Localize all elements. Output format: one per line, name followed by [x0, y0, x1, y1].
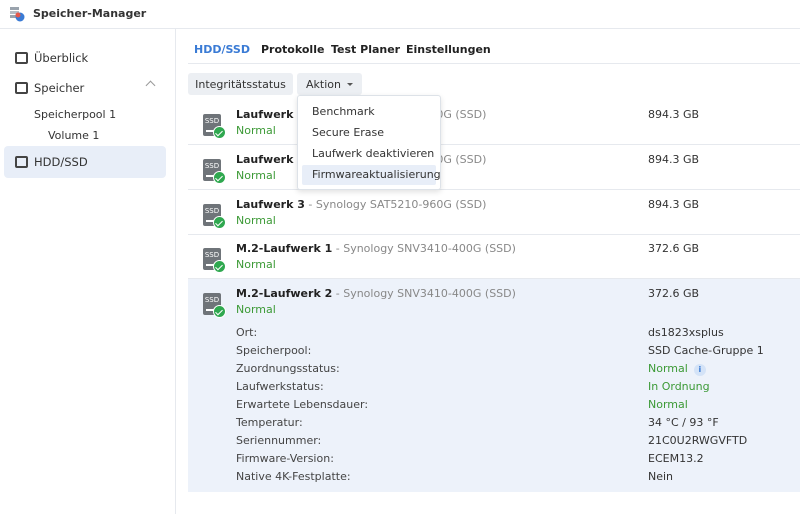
drive-row[interactable]: SSD Laufwerk 3 - Synology SAT5210-960G (…: [188, 190, 800, 235]
drive-label: Laufwerk 2: [236, 153, 305, 166]
tab-protokolle[interactable]: Protokolle: [261, 43, 324, 56]
drive-status: Normal: [236, 169, 276, 182]
chevron-up-icon[interactable]: [145, 80, 156, 91]
detail-value: 21C0U2RWGVFTD: [648, 434, 747, 447]
sidebar-item-overview[interactable]: Überblick: [4, 42, 166, 74]
drive-size: 894.3 GB: [648, 198, 700, 211]
drive-icon: [15, 156, 28, 168]
sidebar-item-hdd-ssd[interactable]: HDD/SSD: [4, 146, 166, 178]
detail-value-text: 21C0U2RWGVFTD: [648, 434, 748, 447]
detail-label: Speicherpool:: [236, 344, 312, 357]
drive-status: Normal: [236, 214, 276, 227]
detail-label: Zuordnungsstatus:: [236, 362, 340, 375]
detail-value: ds1823xsplus: [648, 326, 724, 339]
detail-value: 34 °C / 93 °F: [648, 416, 719, 429]
detail-value: Normal i: [648, 362, 706, 376]
storage-icon: [15, 82, 28, 94]
menu-item-firmware-update[interactable]: Firmwareaktualisierung: [302, 165, 441, 185]
health-status-button[interactable]: Integritätsstatus: [188, 73, 293, 95]
drive-name: Laufwerk 3 - Synology SAT5210-960G (SSD): [236, 198, 486, 211]
detail-value-text: 34 °C / 93 °F: [648, 416, 719, 429]
detail-value-text: Normal: [648, 398, 688, 411]
tab-einstellungen[interactable]: Einstellungen: [406, 43, 491, 56]
drive-label: Laufwerk 3: [236, 198, 305, 211]
detail-label: Native 4K-Festplatte:: [236, 470, 351, 483]
drive-size: 894.3 GB: [648, 108, 700, 121]
detail-label: Erwartete Lebensdauer:: [236, 398, 369, 411]
check-icon: [213, 260, 226, 273]
drive-size: 372.6 GB: [648, 242, 700, 255]
menu-item-benchmark[interactable]: Benchmark: [302, 102, 436, 122]
sidebar-item-label: Speicher: [34, 81, 85, 95]
app-header: Speicher-Manager: [0, 0, 800, 29]
check-icon: [213, 171, 226, 184]
sidebar-item-label: HDD/SSD: [34, 155, 88, 169]
drive-label: Laufwerk 1: [236, 108, 305, 121]
drive-row[interactable]: SSD M.2-Laufwerk 2 - Synology SNV3410-40…: [188, 279, 800, 492]
drive-model: - Synology SAT5210-960G (SSD): [304, 198, 487, 211]
detail-value: ECEM13.2: [648, 452, 704, 465]
info-icon[interactable]: i: [693, 364, 706, 376]
sidebar-item-label: Überblick: [34, 51, 89, 65]
caret-down-icon: [346, 82, 353, 86]
detail-value: SSD Cache-Gruppe 1: [648, 344, 764, 357]
check-icon: [213, 126, 226, 139]
tab-bar: HDD/SSD Protokolle Test Planer Einstellu…: [188, 40, 800, 64]
drive-status: Normal: [236, 258, 276, 271]
drive-row[interactable]: SSD Laufwerk 2 - Synology SAT5210-960G (…: [188, 145, 800, 190]
app-title: Speicher-Manager: [33, 7, 147, 20]
drive-row[interactable]: SSD M.2-Laufwerk 1 - Synology SNV3410-40…: [188, 234, 800, 279]
action-dropdown-button[interactable]: Aktion: [297, 73, 362, 95]
detail-value-text: In Ordnung: [648, 380, 710, 393]
storage-manager-logo-icon: [10, 7, 25, 22]
detail-value: Nein: [648, 470, 673, 483]
detail-value-text: ECEM13.2: [648, 452, 704, 465]
detail-label: Ort:: [236, 326, 258, 339]
drive-row[interactable]: SSD Laufwerk 1 - Synology SAT5210-960G (…: [188, 100, 800, 145]
tab-hdd-ssd[interactable]: HDD/SSD: [194, 43, 250, 56]
detail-value: In Ordnung: [648, 380, 710, 393]
detail-value-text: Normal: [648, 362, 688, 375]
drive-status: Normal: [236, 124, 276, 137]
menu-item-deactivate-drive[interactable]: Laufwerk deaktivieren: [302, 144, 436, 164]
button-label: Aktion: [306, 77, 341, 91]
drive-status: Normal: [236, 303, 276, 316]
sidebar-item-storage[interactable]: Speicher: [4, 72, 166, 104]
tab-test-planer[interactable]: Test Planer: [331, 43, 400, 56]
detail-label: Temperatur:: [236, 416, 303, 429]
sidebar-item-volume[interactable]: Volume 1: [48, 129, 99, 142]
detail-value-text: Nein: [648, 470, 674, 483]
action-menu: Benchmark Secure Erase Laufwerk deaktivi…: [297, 95, 441, 190]
drive-label: M.2-Laufwerk 2: [236, 287, 333, 300]
sidebar-item-storage-pool[interactable]: Speicherpool 1: [34, 108, 116, 121]
button-label: Integritätsstatus: [195, 77, 286, 91]
detail-value-text: SSD Cache-Gruppe 1: [648, 344, 764, 357]
detail-value: Normal: [648, 398, 688, 411]
drive-name: M.2-Laufwerk 2 - Synology SNV3410-400G (…: [236, 287, 516, 300]
check-icon: [213, 305, 226, 318]
detail-label: Seriennummer:: [236, 434, 322, 447]
check-icon: [213, 216, 226, 229]
detail-value-text: ds1823xsplus: [648, 326, 724, 339]
detail-label: Firmware-Version:: [236, 452, 334, 465]
drive-label: M.2-Laufwerk 1: [236, 242, 333, 255]
sidebar: Überblick Speicher Speicherpool 1 Volume…: [0, 29, 176, 514]
drive-size: 372.6 GB: [648, 287, 700, 300]
drive-size: 894.3 GB: [648, 153, 700, 166]
drive-model: - Synology SNV3410-400G (SSD): [332, 242, 516, 255]
overview-icon: [15, 52, 28, 64]
drive-model: - Synology SNV3410-400G (SSD): [332, 287, 516, 300]
menu-item-secure-erase[interactable]: Secure Erase: [302, 123, 436, 143]
drive-name: M.2-Laufwerk 1 - Synology SNV3410-400G (…: [236, 242, 516, 255]
detail-label: Laufwerkstatus:: [236, 380, 324, 393]
